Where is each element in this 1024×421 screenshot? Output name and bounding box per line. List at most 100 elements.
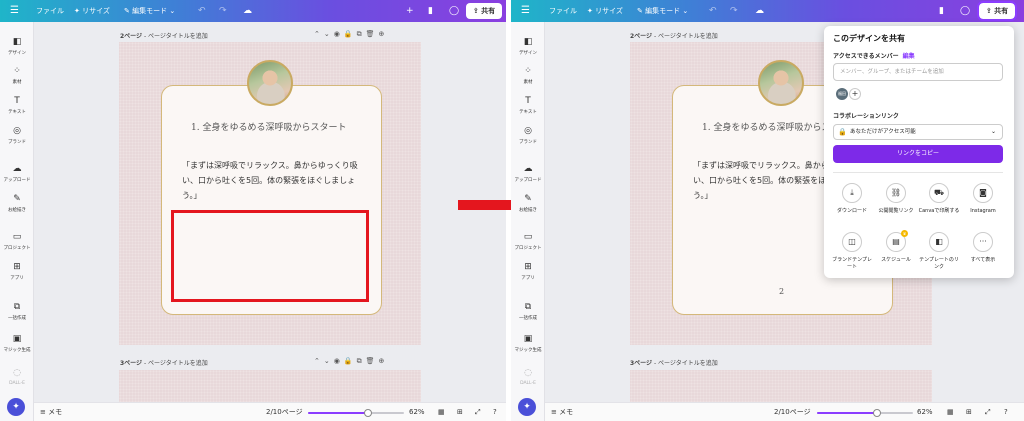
- sidebar-item-design[interactable]: ◧ デザイン: [0, 37, 34, 56]
- page-2-label[interactable]: 2ページ - ページタイトルを追加: [120, 31, 208, 40]
- undo-icon[interactable]: ↶: [709, 0, 717, 22]
- cloud-sync-icon[interactable]: ☁: [243, 0, 252, 22]
- sidebar-item-projects[interactable]: ▭ プロジェクト: [511, 232, 545, 251]
- sidebar-item-projects[interactable]: ▭ プロジェクト: [0, 232, 34, 251]
- zoom-level[interactable]: 62%: [409, 403, 425, 421]
- copy-link-button[interactable]: リンクをコピー: [833, 145, 1003, 163]
- resize-button[interactable]: ✦ リサイズ: [74, 0, 110, 22]
- zoom-slider-knob[interactable]: [363, 409, 372, 417]
- grid-view-icon[interactable]: ▦: [438, 403, 445, 421]
- pages-view-icon[interactable]: ⊞: [457, 403, 463, 421]
- share-option-public-link[interactable]: ⛓ 公開閲覧リンク: [874, 183, 918, 215]
- sidebar-item-apps[interactable]: ⊞ アプリ: [511, 262, 545, 281]
- share-option-see-all[interactable]: ··· すべて表示: [961, 232, 1005, 264]
- page-3-label[interactable]: 3ページ - ページタイトルを追加: [120, 358, 208, 367]
- edit-access-link[interactable]: 編集: [903, 53, 915, 60]
- chevron-up-icon[interactable]: ⌃: [314, 357, 324, 365]
- trash-icon[interactable]: 🗑: [366, 30, 379, 38]
- share-button[interactable]: ⇪ 共有: [466, 3, 502, 19]
- zoom-slider-knob[interactable]: [872, 409, 881, 417]
- profile-photo[interactable]: [758, 60, 804, 106]
- page-2-label[interactable]: 2ページ - ページタイトルを追加: [630, 31, 718, 40]
- chevron-down-icon[interactable]: ⌄: [324, 357, 334, 365]
- profile-photo[interactable]: [247, 60, 293, 106]
- sidebar-item-bulk-create[interactable]: ⧉ 一括作成: [511, 302, 545, 321]
- page-3-label[interactable]: 3ページ - ページタイトルを追加: [630, 358, 718, 367]
- cloud-sync-icon[interactable]: ☁: [755, 0, 764, 22]
- fullscreen-icon[interactable]: ⤢: [475, 403, 481, 421]
- share-option-download[interactable]: ⤓ ダウンロード: [830, 183, 874, 215]
- plus-icon[interactable]: +: [406, 0, 414, 22]
- sidebar-item-dalle[interactable]: ◌ DALL-E: [0, 368, 34, 386]
- share-button[interactable]: ⇪ 共有: [977, 1, 1017, 21]
- share-option-brand-template[interactable]: ◫ ブランドテンプレート: [830, 232, 874, 271]
- share-option-schedule[interactable]: ▤ ♛ スケジュール: [874, 230, 918, 264]
- notes-button[interactable]: ≡ メモ: [551, 403, 573, 421]
- magic-assistant-button[interactable]: ✦: [7, 398, 25, 416]
- sidebar-item-dalle[interactable]: ◌ DALL-E: [511, 368, 545, 386]
- duplicate-icon[interactable]: ⧉: [357, 357, 366, 365]
- insights-icon[interactable]: ▮: [939, 0, 944, 22]
- sidebar-item-brand[interactable]: ◎ ブランド: [0, 126, 34, 145]
- undo-icon[interactable]: ↶: [198, 0, 206, 22]
- sidebar-item-magic-media[interactable]: ▣ マジック生成: [0, 334, 34, 353]
- sidebar-item-elements[interactable]: ⁘ 素材: [511, 66, 545, 85]
- hamburger-icon[interactable]: ☰: [10, 0, 19, 22]
- card-page-number[interactable]: 2: [779, 287, 784, 296]
- notes-button[interactable]: ≡ メモ: [40, 403, 62, 421]
- sidebar-item-draw[interactable]: ✎ お絵描き: [511, 194, 545, 213]
- card-heading[interactable]: 1. 全身をゆるめる深呼吸からスタート: [191, 120, 346, 133]
- fullscreen-icon[interactable]: ⤢: [985, 403, 991, 421]
- sidebar-item-apps[interactable]: ⊞ アプリ: [0, 262, 34, 281]
- eye-icon[interactable]: ◉: [334, 30, 344, 38]
- zoom-slider[interactable]: [308, 409, 404, 417]
- chevron-down-icon[interactable]: ⌄: [324, 30, 334, 38]
- chevron-up-icon[interactable]: ⌃: [314, 30, 324, 38]
- sidebar-item-text[interactable]: T テキスト: [511, 96, 545, 115]
- insights-icon[interactable]: ▮: [428, 0, 433, 22]
- member-avatar[interactable]: 福田: [836, 88, 848, 100]
- hamburger-icon[interactable]: ☰: [521, 0, 530, 22]
- sidebar-item-bulk-create[interactable]: ⧉ 一括作成: [0, 302, 34, 321]
- edit-mode-dropdown[interactable]: ✎ 編集モード ⌄: [124, 0, 175, 22]
- magic-assistant-button[interactable]: ✦: [518, 398, 536, 416]
- eye-icon[interactable]: ◉: [334, 357, 344, 365]
- help-icon[interactable]: ?: [1004, 403, 1008, 421]
- add-page-icon[interactable]: ⊕: [378, 357, 388, 365]
- lock-icon[interactable]: 🔒: [344, 357, 357, 365]
- sidebar-item-uploads[interactable]: ☁ アップロード: [0, 164, 34, 183]
- page-indicator[interactable]: 2/10ページ: [266, 403, 303, 421]
- access-level-select[interactable]: 🔒 あなただけがアクセス可能 ⌄: [833, 124, 1003, 140]
- redo-icon[interactable]: ↷: [730, 0, 738, 22]
- zoom-slider[interactable]: [817, 409, 913, 417]
- page-indicator[interactable]: 2/10ページ: [774, 403, 811, 421]
- sidebar-item-elements[interactable]: ⁘ 素材: [0, 66, 34, 85]
- help-icon[interactable]: ?: [493, 403, 497, 421]
- card-body-text[interactable]: 「まずは深呼吸でリラックス。鼻からゆっくり吸い、口から吐くを5回。体の緊張をほぐ…: [182, 158, 368, 203]
- duplicate-icon[interactable]: ⧉: [357, 30, 366, 38]
- comment-icon[interactable]: ◯: [449, 0, 459, 22]
- sidebar-item-uploads[interactable]: ☁ アップロード: [511, 164, 545, 183]
- share-option-print[interactable]: ⛟ Canvaで印刷する: [917, 183, 961, 215]
- edit-mode-dropdown[interactable]: ✎ 編集モード ⌄: [637, 0, 688, 22]
- sidebar-item-design[interactable]: ◧ デザイン: [511, 37, 545, 56]
- pages-view-icon[interactable]: ⊞: [966, 403, 972, 421]
- trash-icon[interactable]: 🗑: [366, 357, 379, 365]
- sidebar-item-magic-media[interactable]: ▣ マジック生成: [511, 334, 545, 353]
- sidebar-item-brand[interactable]: ◎ ブランド: [511, 126, 545, 145]
- zoom-level[interactable]: 62%: [917, 403, 933, 421]
- share-option-instagram[interactable]: ◙ Instagram: [961, 183, 1005, 215]
- add-member-input[interactable]: メンバー、グループ、またはチームを追加: [833, 63, 1003, 81]
- lock-icon[interactable]: 🔒: [344, 30, 357, 38]
- sidebar-item-draw[interactable]: ✎ お絵描き: [0, 194, 34, 213]
- add-member-button[interactable]: +: [849, 88, 861, 100]
- share-option-template-link[interactable]: ◧ テンプレートのリンク: [917, 232, 961, 271]
- file-menu[interactable]: ファイル: [549, 0, 577, 22]
- add-page-icon[interactable]: ⊕: [378, 30, 388, 38]
- sidebar-item-text[interactable]: T テキスト: [0, 96, 34, 115]
- redo-icon[interactable]: ↷: [219, 0, 227, 22]
- resize-button[interactable]: ✦ リサイズ: [587, 0, 623, 22]
- file-menu[interactable]: ファイル: [36, 0, 64, 22]
- grid-view-icon[interactable]: ▦: [947, 403, 954, 421]
- comment-icon[interactable]: ◯: [960, 0, 970, 22]
